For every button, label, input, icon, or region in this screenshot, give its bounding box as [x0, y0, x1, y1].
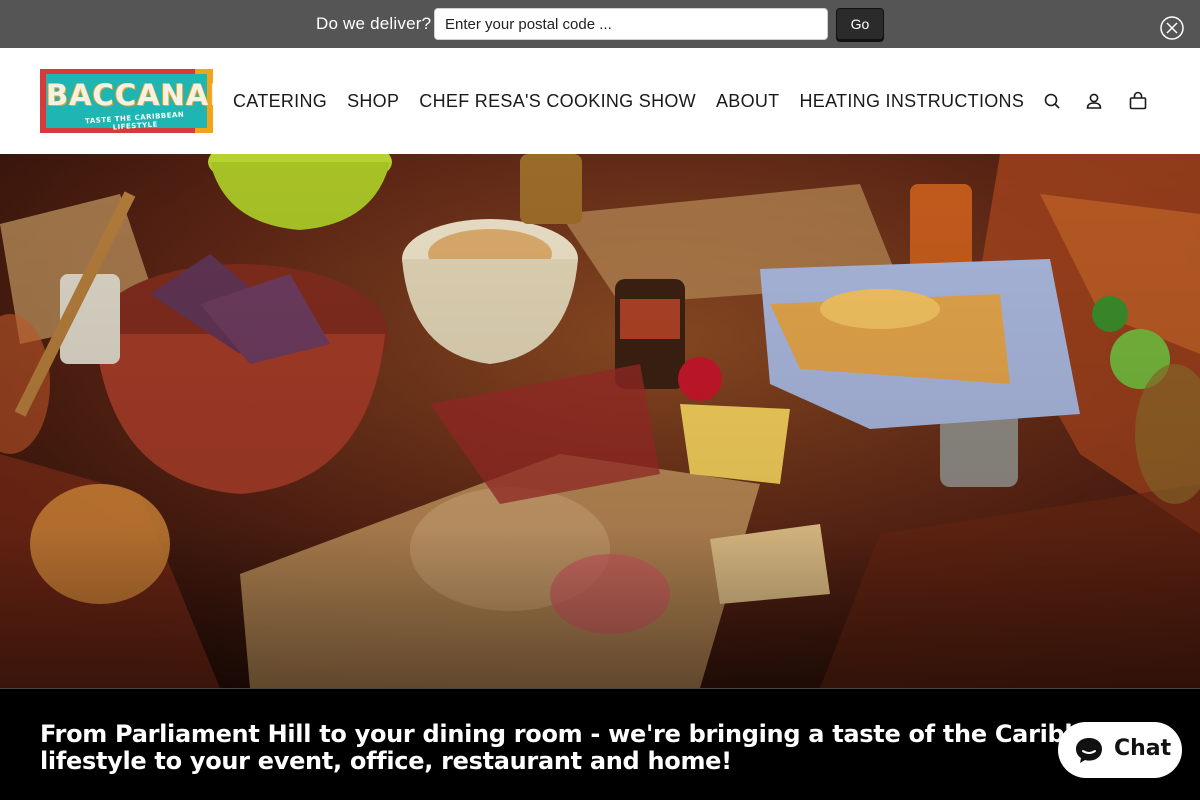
- delivery-bar: Do we deliver? Go: [0, 0, 1200, 48]
- site-header: BACCANALLE TASTE THE CARIBBEAN LIFESTYLE…: [0, 48, 1200, 154]
- logo-tagline: TASTE THE CARIBBEAN LIFESTYLE: [84, 110, 185, 132]
- account-icon[interactable]: [1083, 90, 1105, 112]
- delivery-question: Do we deliver?: [316, 14, 432, 33]
- postal-code-input[interactable]: [434, 8, 828, 40]
- baccanalle-logo[interactable]: BACCANALLE TASTE THE CARIBBEAN LIFESTYLE: [40, 69, 213, 133]
- logo-wordmark: BACCANALLE: [46, 78, 213, 112]
- go-button[interactable]: Go: [836, 8, 884, 40]
- nav-catering[interactable]: CATERING: [233, 89, 327, 113]
- logo-panel: BACCANALLE TASTE THE CARIBBEAN LIFESTYLE: [46, 74, 213, 132]
- nav-cooking-show[interactable]: CHEF RESA'S COOKING SHOW: [419, 89, 696, 113]
- tagline-section: From Parliament Hill to your dining room…: [0, 688, 1200, 800]
- main-nav: CATERING SHOP CHEF RESA'S COOKING SHOW A…: [233, 89, 1044, 113]
- cart-icon[interactable]: [1127, 90, 1149, 112]
- nav-about[interactable]: ABOUT: [716, 89, 780, 113]
- tagline-heading: From Parliament Hill to your dining room…: [40, 720, 1130, 775]
- hero-image: [0, 154, 1200, 688]
- chat-label: Chat: [1114, 736, 1172, 761]
- nav-shop[interactable]: SHOP: [347, 89, 399, 113]
- close-icon[interactable]: [1160, 16, 1184, 40]
- chat-bubble-icon: [1074, 736, 1104, 764]
- food-spread-photo: [0, 154, 1200, 688]
- search-icon[interactable]: [1041, 90, 1063, 112]
- chat-button[interactable]: Chat: [1058, 722, 1182, 778]
- nav-heating-instructions[interactable]: HEATING INSTRUCTIONS: [799, 89, 1024, 113]
